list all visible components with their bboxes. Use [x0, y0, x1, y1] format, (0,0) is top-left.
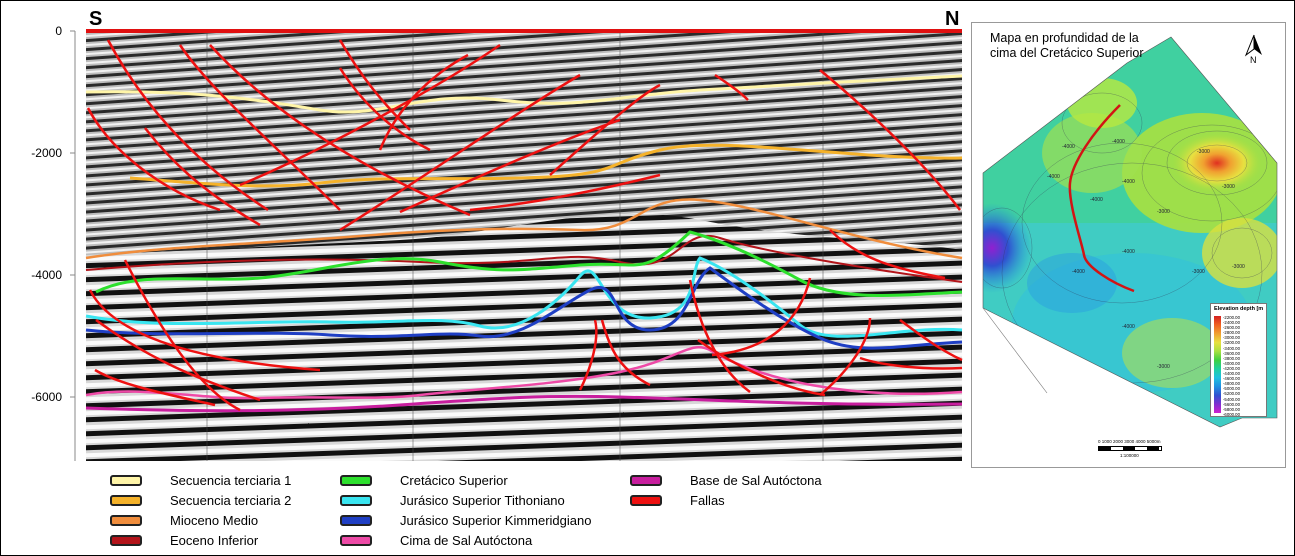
depth-map-panel: -4000 -4000 -4000 -3000 -3000 -3000 -400… — [971, 22, 1286, 468]
legend-item: Cretácico Superior — [340, 472, 508, 488]
legend-label: Eoceno Inferior — [170, 532, 259, 548]
legend-swatch — [110, 514, 142, 526]
legend-swatch — [110, 534, 142, 546]
seismic-section — [70, 29, 963, 461]
legend-swatch — [630, 474, 662, 486]
legend-label: Fallas — [690, 492, 725, 508]
contour-label: -4000 — [1122, 324, 1135, 330]
legend-item: Jurásico Superior Kimmeridgiano — [340, 512, 591, 528]
contour-label: -4000 — [1047, 174, 1060, 180]
colorbar-value: -6000.00 — [1223, 411, 1240, 417]
legend-swatch — [340, 474, 372, 486]
legend-item: Base de Sal Autóctona — [630, 472, 822, 488]
contour-label: -4000 — [1090, 197, 1103, 203]
colorbar: Elevation depth [m -2200.00 -2400.00 -26… — [1210, 303, 1267, 417]
contour-label: -3000 — [1192, 269, 1205, 275]
legend-item: Eoceno Inferior — [110, 532, 258, 548]
colorbar-title: Elevation depth [m — [1214, 306, 1264, 312]
legend-label: Secuencia terciaria 1 — [170, 472, 292, 488]
legend-label: Cretácico Superior — [400, 472, 508, 488]
direction-north-label: N — [945, 8, 960, 30]
depth-tick-2000: -2000 — [31, 146, 62, 160]
colorbar-values: -2200.00 -2400.00 -2600.00 -2800.00 -300… — [1223, 315, 1240, 417]
contour-label: -4000 — [1122, 179, 1135, 185]
legend-label: Jurásico Superior Kimmeridgiano — [400, 512, 592, 528]
legend-item: Cima de Sal Autóctona — [340, 532, 532, 548]
colorbar-value: -5600.00 — [1223, 401, 1240, 407]
legend-label: Cima de Sal Autóctona — [400, 532, 533, 548]
contour-label: -3000 — [1157, 209, 1170, 215]
contour-label: -3000 — [1222, 184, 1235, 190]
contour-label: -3000 — [1232, 264, 1245, 270]
colorbar-value: -3200.00 — [1223, 340, 1240, 346]
scale-numbers: 0 1000 2000 3000 4000 5000m — [1098, 439, 1161, 444]
colorbar-value: -5200.00 — [1223, 391, 1240, 397]
legend-swatch — [630, 494, 662, 506]
contour-label: -4000 — [1072, 269, 1085, 275]
north-arrow-icon — [1244, 34, 1262, 57]
legend-label: Jurásico Superior Tithoniano — [400, 492, 565, 508]
colorbar-value: -3400.00 — [1223, 345, 1240, 351]
depth-tick-6000: -6000 — [31, 390, 62, 404]
legend-swatch — [110, 494, 142, 506]
seismic-deep — [86, 213, 962, 461]
legend-item: Mioceno Medio — [110, 512, 258, 528]
scale-bar-graphic — [1098, 446, 1162, 451]
contour-label: -4000 — [1062, 144, 1075, 150]
colorbar-value: -5400.00 — [1223, 396, 1240, 402]
contour-label: -3000 — [1197, 149, 1210, 155]
depth-tick-0: 0 — [55, 24, 62, 38]
legend-label: Mioceno Medio — [170, 512, 259, 528]
legend-swatch — [110, 474, 142, 486]
contour-label: -3000 — [1157, 364, 1170, 370]
scale-ratio: 1:100000 — [1120, 453, 1139, 458]
direction-south-label: S — [89, 8, 103, 30]
colorbar-gradient — [1214, 316, 1221, 413]
legend-swatch — [340, 494, 372, 506]
legend-item: Secuencia terciaria 2 — [110, 492, 291, 508]
contour-label: -4000 — [1112, 139, 1125, 145]
map-title: Mapa en profundidad de la cima del Cretá… — [990, 31, 1144, 60]
legend-swatch — [340, 514, 372, 526]
legend-item: Fallas — [630, 492, 725, 508]
legend-label: Base de Sal Autóctona — [690, 472, 822, 488]
legend-item: Jurásico Superior Tithoniano — [340, 492, 565, 508]
contour-label: -4000 — [1122, 249, 1135, 255]
depth-tick-4000: -4000 — [31, 268, 62, 282]
colorbar-value: -3600.00 — [1223, 350, 1240, 356]
north-letter: N — [1250, 55, 1257, 65]
legend-item: Secuencia terciaria 1 — [110, 472, 291, 488]
legend-label: Secuencia terciaria 2 — [170, 492, 292, 508]
legend-swatch — [340, 534, 372, 546]
